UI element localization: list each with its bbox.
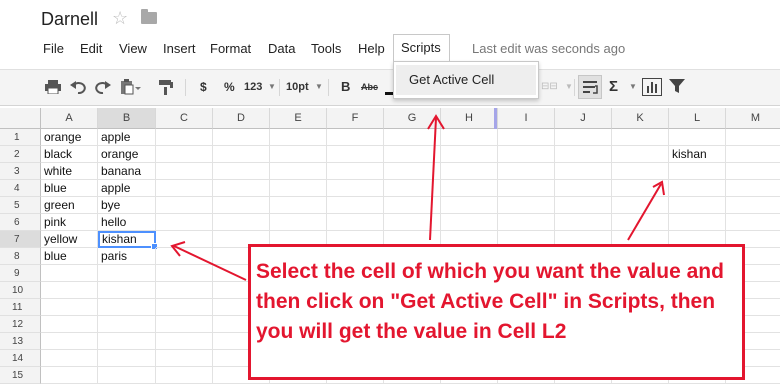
annotation-arrows [170, 114, 665, 281]
arrow-to-active-cell [173, 245, 247, 281]
arrow-to-scripts-menu [429, 117, 437, 241]
arrow-to-cell-l2 [627, 183, 662, 241]
